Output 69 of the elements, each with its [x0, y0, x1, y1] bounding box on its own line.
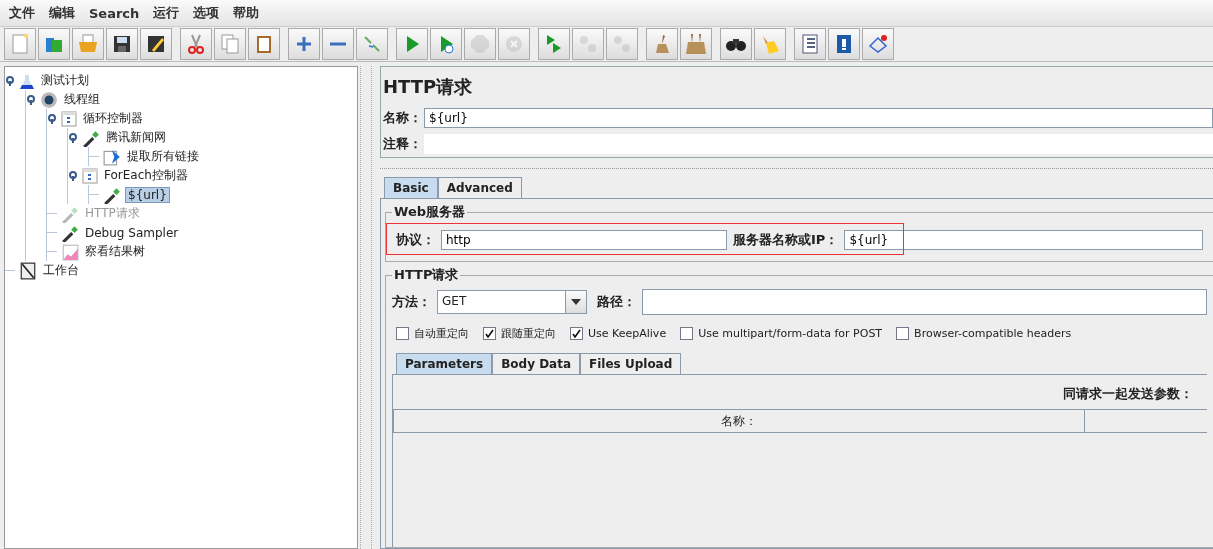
expand-handle-icon[interactable]	[68, 170, 78, 181]
server-field[interactable]: ${url}	[844, 230, 1203, 250]
field-label: 注释：	[383, 135, 422, 153]
tab[interactable]: Body Data	[492, 353, 581, 374]
tree-item[interactable]: Debug Sampler	[83, 225, 181, 240]
dropper-icon	[82, 128, 100, 147]
group-title: Web服务器	[393, 203, 466, 221]
controller-icon	[61, 110, 77, 127]
caret-icon	[571, 299, 581, 305]
method-dropdown[interactable]: GET	[437, 290, 587, 314]
field-label: 路径：	[597, 293, 636, 311]
menu-item[interactable]: 帮助	[228, 2, 265, 24]
tree-item[interactable]: 提取所有链接	[125, 148, 201, 165]
field-label: 方法：	[392, 293, 431, 311]
tree-item[interactable]: 线程组	[62, 91, 102, 108]
expand-handle-icon[interactable]	[47, 113, 57, 124]
tab[interactable]: Parameters	[396, 353, 493, 374]
tab[interactable]: Advanced	[437, 177, 522, 198]
dropper-icon	[103, 185, 121, 204]
tab[interactable]: Files Upload	[580, 353, 682, 374]
expand-handle-icon[interactable]	[68, 132, 78, 143]
column-header: 名称：	[394, 410, 1085, 432]
expand-handle-icon[interactable]	[5, 75, 15, 86]
stop-icon	[468, 32, 492, 56]
toolbar-button[interactable]	[720, 28, 752, 60]
tree-item[interactable]: 腾讯新闻网	[104, 129, 168, 146]
tree-item[interactable]: 察看结果树	[83, 243, 147, 260]
checkbox[interactable]: Browser-compatible headers	[896, 326, 1072, 341]
remove-icon	[330, 42, 346, 46]
dropper-icon	[61, 223, 79, 242]
clipboard-icon	[19, 261, 37, 280]
group-title: HTTP请求	[393, 266, 460, 284]
checkbox[interactable]: Use multipart/form-data for POST	[680, 326, 883, 341]
checkbox[interactable]: 跟随重定向	[483, 326, 556, 341]
toolbar-button[interactable]	[106, 28, 138, 60]
flask-icon	[19, 72, 35, 89]
field-label: 服务器名称或IP：	[733, 231, 839, 249]
brooms-icon	[686, 34, 706, 54]
dropper-icon	[61, 204, 79, 223]
tree-item[interactable]: 工作台	[41, 262, 81, 279]
splitter-handle[interactable]	[360, 66, 372, 549]
check-icon	[572, 329, 581, 338]
controller-icon	[82, 167, 98, 184]
toolbar-button[interactable]	[828, 28, 860, 60]
tab[interactable]: Basic	[384, 177, 438, 198]
checkbox[interactable]: Use KeepAlive	[570, 326, 667, 341]
graph-icon	[61, 242, 79, 261]
copy-icon	[218, 32, 242, 56]
field-label: 协议：	[396, 231, 435, 249]
menu-item[interactable]: 选项	[188, 2, 225, 24]
toolbar-button[interactable]	[140, 28, 172, 60]
check-icon	[485, 329, 494, 338]
menu-item[interactable]: Search	[84, 3, 145, 23]
tree-item[interactable]: ${url}	[125, 186, 170, 203]
checkbox[interactable]: 自动重定向	[396, 326, 469, 341]
menu-item[interactable]: 编辑	[44, 2, 80, 24]
menu-item[interactable]: 文件	[4, 2, 40, 24]
tree-item[interactable]: 测试计划	[39, 72, 91, 89]
path-field[interactable]	[642, 289, 1207, 315]
panel-title: HTTP请求	[383, 75, 474, 99]
name-field[interactable]: ${url}	[424, 108, 1213, 128]
field-label: 名称：	[383, 109, 422, 127]
expand-handle-icon[interactable]	[26, 94, 36, 105]
gear-icon	[40, 90, 58, 109]
tree-item[interactable]: 循环控制器	[81, 110, 145, 127]
menu-item[interactable]: 运行	[148, 2, 185, 24]
protocol-field[interactable]: http	[441, 230, 727, 250]
tree-item[interactable]: ForEach控制器	[102, 167, 190, 184]
table-title: 同请求一起发送参数：	[1062, 385, 1194, 403]
